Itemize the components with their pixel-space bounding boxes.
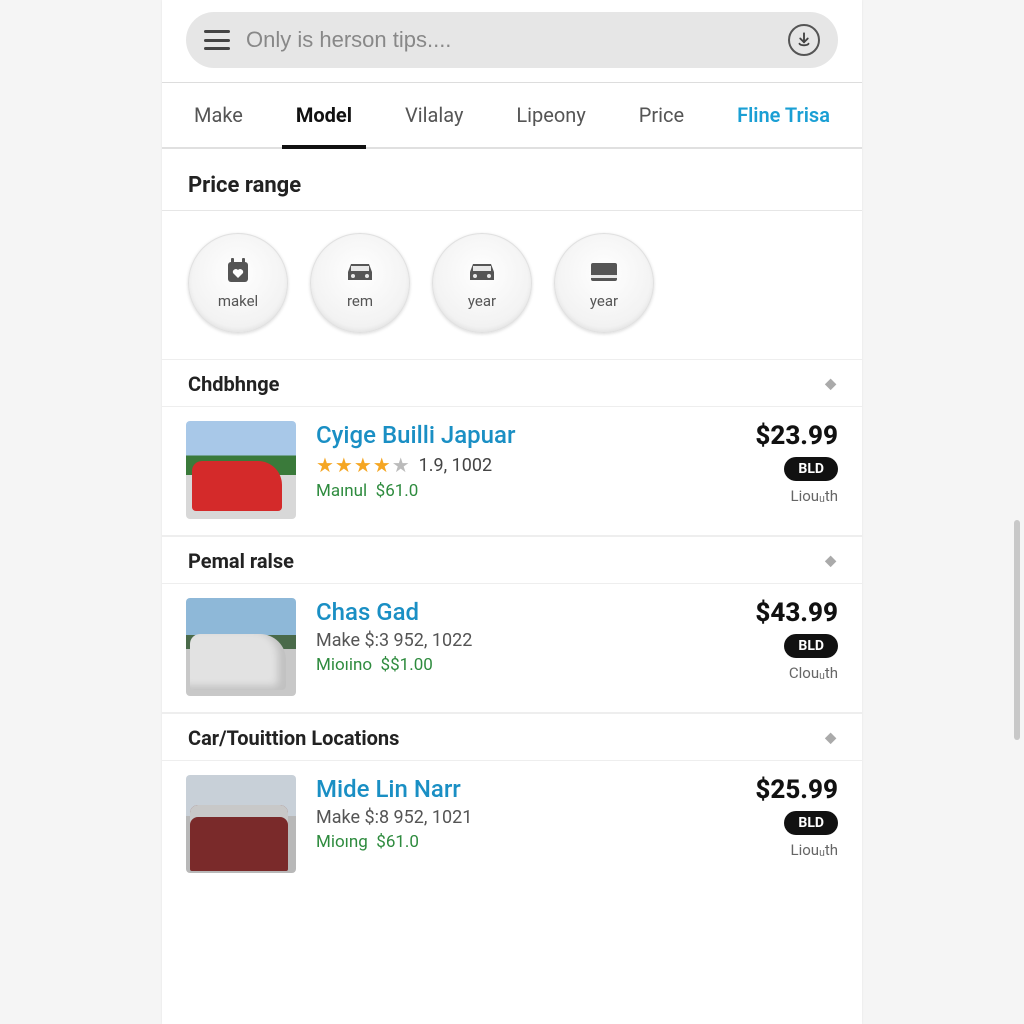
- listing-card[interactable]: Chas Gad Make $:3 952, 1022 Mioıino $$1.…: [162, 584, 862, 713]
- rating-row: ★★★★★ 1.9, 1002: [316, 453, 708, 477]
- group-title: Car/Touittion Locations: [188, 726, 399, 750]
- car-thumbnail: [186, 421, 296, 519]
- listing-card[interactable]: Mide Lin Narr Make $:8 952, 1021 Mioıng …: [162, 761, 862, 889]
- heart-tag-icon: [218, 256, 258, 286]
- tab-model[interactable]: Model: [282, 83, 366, 149]
- card-main: Cyige Builli Japuar ★★★★★ 1.9, 1002 Maın…: [316, 421, 708, 501]
- group-title: Chdbhnge: [188, 372, 279, 396]
- chip-label: year: [468, 292, 496, 310]
- chip-label: makel: [218, 292, 258, 310]
- chip-label: year: [590, 292, 618, 310]
- chip-year-2[interactable]: year: [554, 233, 654, 333]
- tab-fline-trisa[interactable]: Fline Trisa: [723, 83, 844, 147]
- car-thumbnail: [186, 775, 296, 873]
- car-front-icon: [340, 256, 380, 286]
- car-front-icon: [462, 256, 502, 286]
- listing-title[interactable]: Mide Lin Narr: [316, 775, 708, 803]
- card-main: Mide Lin Narr Make $:8 952, 1021 Mioıng …: [316, 775, 708, 852]
- sub-label: Maınul: [316, 481, 367, 501]
- tab-price[interactable]: Price: [625, 83, 698, 147]
- chip-year-1[interactable]: year: [432, 233, 532, 333]
- price-range-title: Price range: [162, 149, 862, 211]
- sub-label: Mioıino: [316, 655, 372, 675]
- listing-badge: BLD: [784, 811, 838, 835]
- group-header[interactable]: Chdbhnge ◆: [162, 359, 862, 407]
- sub-value: $61.0: [376, 481, 419, 501]
- chip-makel[interactable]: makel: [188, 233, 288, 333]
- card-icon: [584, 256, 624, 286]
- listing-card[interactable]: Cyige Builli Japuar ★★★★★ 1.9, 1002 Maın…: [162, 407, 862, 536]
- expand-icon: ◆: [825, 730, 836, 746]
- filter-chips-row: makel rem year year: [162, 211, 862, 359]
- listing-small: Clouᵤth: [789, 664, 838, 682]
- listing-badge: BLD: [784, 457, 838, 481]
- group-title: Pemal ralse: [188, 549, 294, 573]
- chip-label: rem: [347, 292, 373, 310]
- listing-price: $43.99: [755, 598, 838, 628]
- search-input[interactable]: [246, 27, 772, 53]
- download-icon[interactable]: [788, 24, 820, 56]
- chip-rem[interactable]: rem: [310, 233, 410, 333]
- group-header[interactable]: Pemal ralse ◆: [162, 536, 862, 584]
- listing-title[interactable]: Cyige Builli Japuar: [316, 421, 708, 449]
- card-right: $23.99 BLD Liouᵤth: [728, 421, 838, 505]
- star-icon: ★★★★★: [316, 453, 411, 477]
- card-right: $25.99 BLD Liouᵤth: [728, 775, 838, 859]
- expand-icon: ◆: [825, 553, 836, 569]
- listing-small: Liouᵤth: [791, 841, 838, 859]
- listing-badge: BLD: [784, 634, 838, 658]
- listing-price: $25.99: [755, 775, 838, 805]
- card-right: $43.99 BLD Clouᵤth: [728, 598, 838, 682]
- scrollbar[interactable]: [1014, 520, 1020, 740]
- tab-make[interactable]: Make: [180, 83, 257, 147]
- sub-row: Maınul $61.0: [316, 481, 708, 501]
- car-thumbnail: [186, 598, 296, 696]
- sub-value: $61.0: [376, 832, 419, 852]
- expand-icon: ◆: [825, 376, 836, 392]
- listing-title[interactable]: Chas Gad: [316, 598, 708, 626]
- search-bar: [186, 12, 838, 68]
- sub-row: Mioıng $61.0: [316, 832, 708, 852]
- sub-label: Mioıng: [316, 832, 368, 852]
- group-header[interactable]: Car/Touittion Locations ◆: [162, 713, 862, 761]
- sub-row: Mioıino $$1.00: [316, 655, 708, 675]
- filter-tabs: Make Model Vilalay Lipeony Price Fline T…: [162, 82, 862, 149]
- menu-icon[interactable]: [204, 30, 230, 50]
- listing-price: $23.99: [755, 421, 838, 451]
- sub-value: $$1.00: [381, 655, 433, 675]
- rating-text: 1.9, 1002: [419, 455, 492, 476]
- card-main: Chas Gad Make $:3 952, 1022 Mioıino $$1.…: [316, 598, 708, 675]
- app-screen: Make Model Vilalay Lipeony Price Fline T…: [162, 0, 862, 1024]
- tab-lipeony[interactable]: Lipeony: [502, 83, 599, 147]
- meta-row: Make $:3 952, 1022: [316, 630, 708, 651]
- listing-small: Liouᵤth: [791, 487, 838, 505]
- meta-row: Make $:8 952, 1021: [316, 807, 708, 828]
- tab-vilalay[interactable]: Vilalay: [391, 83, 477, 147]
